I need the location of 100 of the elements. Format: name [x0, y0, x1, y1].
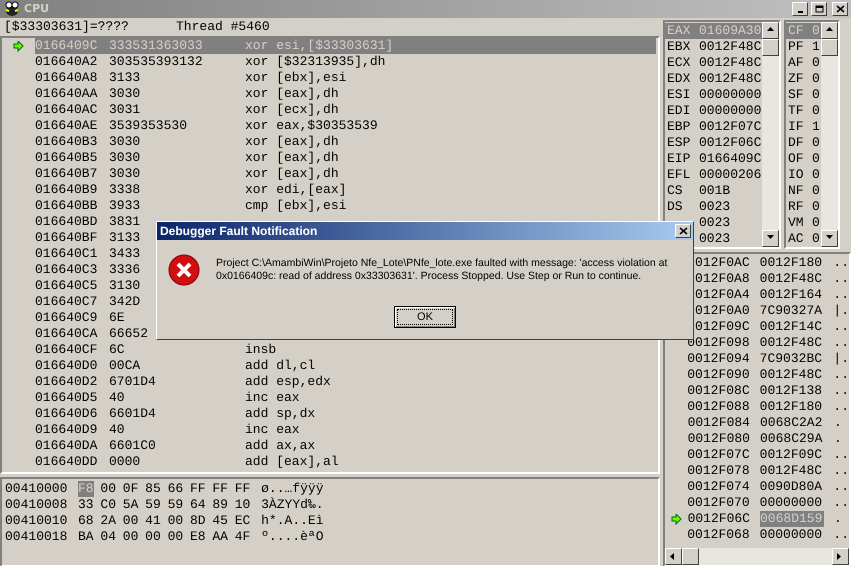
scroll-down-button[interactable] — [821, 230, 838, 247]
list-row[interactable]: EBP 0012F07C — [665, 119, 762, 135]
code-row[interactable]: 016640AC 3031 xor [ecx],dh — [35, 102, 656, 118]
code-row[interactable]: 016640D0 00CA add dl,cl — [35, 358, 656, 374]
list-row[interactable]: EDX 0012F48C — [665, 71, 762, 87]
scroll-up-button[interactable] — [762, 22, 779, 39]
close-button[interactable] — [832, 2, 848, 16]
list-row[interactable]: RF 0 — [786, 199, 821, 215]
scroll-up-button[interactable] — [821, 22, 838, 39]
list-row[interactable]: DS 0023 — [665, 199, 762, 215]
ok-button[interactable]: OK — [394, 306, 456, 328]
scroll-thumb[interactable] — [821, 39, 838, 56]
list-row[interactable]: TF 0 — [786, 103, 821, 119]
code-row[interactable]: 016640AE 3539353530 xor eax,$30353539 — [35, 118, 656, 134]
scroll-down-button[interactable] — [762, 230, 779, 247]
code-row[interactable]: 016640B3 3030 xor [eax],dh — [35, 134, 656, 150]
code-row[interactable]: 016640D5 40 inc eax — [35, 390, 656, 406]
hex-byte: 89 — [212, 497, 228, 513]
flag-value: 0 — [812, 215, 820, 231]
scroll-left-button[interactable] — [665, 548, 682, 565]
hex-byte: 0F — [122, 481, 138, 497]
minimize-button[interactable] — [792, 2, 808, 16]
code-row[interactable]: 016640A2 303535393132 xor [$32313935],dh — [35, 54, 656, 70]
stack-value[interactable]: 7C9032BC — [760, 351, 824, 367]
list-row[interactable]: EFL 00000206 — [665, 167, 762, 183]
ascii-text: .. — [833, 527, 849, 543]
list-row[interactable]: EBX 0012F48C — [665, 39, 762, 55]
address-text: 00410000 — [5, 481, 68, 497]
address-text: 016640C5 — [35, 278, 98, 294]
list-row[interactable]: DF 0 — [786, 135, 821, 151]
scroll-bar[interactable] — [665, 548, 849, 565]
code-row[interactable]: 016640BB 3933 cmp [ebx],esi — [35, 198, 656, 214]
code-row[interactable]: 016640AA 3030 xor [eax],dh — [35, 86, 656, 102]
bug-icon — [3, 1, 21, 17]
close-button[interactable] — [675, 224, 691, 238]
address-text: 0012F090 — [686, 367, 750, 383]
instruction-text: add esp,edx — [245, 374, 331, 390]
scroll-thumb[interactable] — [682, 548, 699, 565]
list-row[interactable]: EIP 0166409C — [665, 151, 762, 167]
maximize-button[interactable] — [811, 2, 827, 16]
register-name: EIP — [667, 151, 692, 167]
scroll-bar[interactable] — [762, 22, 779, 247]
stack-value[interactable]: 0090D80A — [760, 479, 824, 495]
list-row[interactable]: VM 0 — [786, 215, 821, 231]
instruction-text: xor edi,[eax] — [245, 182, 346, 198]
list-row[interactable]: ZF 0 — [786, 71, 821, 87]
list-row[interactable]: IF 1 — [786, 119, 821, 135]
ascii-text: .. — [833, 463, 849, 479]
list-row[interactable]: ESP 0012F06C — [665, 135, 762, 151]
code-row[interactable]: 016640B9 3338 xor edi,[eax] — [35, 182, 656, 198]
flag-value: 0 — [812, 71, 820, 87]
hex-byte: 00 — [145, 529, 161, 545]
list-row[interactable]: IO 0 — [786, 167, 821, 183]
address-text: 016640CA — [35, 326, 98, 342]
code-row[interactable]: 016640CF 6C insb — [35, 342, 656, 358]
list-row[interactable]: NF 0 — [786, 183, 821, 199]
scroll-thumb[interactable] — [762, 39, 779, 56]
list-row[interactable]: AC 0 — [786, 231, 821, 247]
address-text: 016640A8 — [35, 70, 98, 86]
code-row[interactable]: 016640DD 0000 add [eax],al — [35, 454, 656, 470]
error-icon — [168, 254, 200, 286]
code-row[interactable]: 016640D2 6701D4 add esp,edx — [35, 374, 656, 390]
stack-value[interactable]: 0012F48C — [760, 463, 824, 479]
code-row[interactable]: 016640D9 40 inc eax — [35, 422, 656, 438]
list-row[interactable]: ECX 0012F48C — [665, 55, 762, 71]
instruction-text: add [eax],al — [245, 454, 339, 470]
stack-value[interactable]: 0068C2A2 — [760, 415, 824, 431]
stack-value[interactable]: 0012F164 — [760, 287, 824, 303]
stack-value[interactable]: 0012F14C — [760, 319, 824, 335]
list-row[interactable]: SF 0 — [786, 87, 821, 103]
scroll-bar[interactable] — [821, 22, 838, 247]
ascii-text: |. — [833, 351, 849, 367]
list-row[interactable]: AF 0 — [786, 55, 821, 71]
code-row[interactable]: 016640A8 3133 xor [ebx],esi — [35, 70, 656, 86]
stack-value[interactable]: 0012F138 — [760, 383, 824, 399]
stack-value[interactable]: 0012F180 — [760, 255, 824, 271]
list-row[interactable]: CS 001B — [665, 183, 762, 199]
stack-value[interactable]: 00000000 — [760, 527, 824, 543]
scroll-right-button[interactable] — [832, 548, 849, 565]
register-name: EDX — [667, 71, 692, 87]
stack-value[interactable]: 0012F180 — [760, 399, 824, 415]
list-row[interactable]: PF 1 — [786, 39, 821, 55]
stack-value[interactable]: 0012F09C — [760, 447, 824, 463]
code-row[interactable]: 016640B5 3030 xor [eax],dh — [35, 150, 656, 166]
opcode-bytes: 342D — [109, 294, 140, 310]
list-row[interactable]: OF 0 — [786, 151, 821, 167]
hex-byte: FF — [234, 481, 250, 497]
code-row[interactable]: 016640DA 6601C0 add ax,ax — [35, 438, 656, 454]
stack-value[interactable]: 0012F48C — [760, 271, 824, 287]
code-row[interactable]: 016640D6 6601D4 add sp,dx — [35, 406, 656, 422]
stack-value[interactable]: 00000000 — [760, 495, 824, 511]
opcode-bytes: 6601C0 — [109, 438, 157, 454]
stack-value[interactable]: 7C90327A — [760, 303, 824, 319]
stack-value[interactable]: 0068C29A — [760, 431, 824, 447]
list-row[interactable]: EDI 00000000 — [665, 103, 762, 119]
stack-value[interactable]: 0012F48C — [760, 335, 824, 351]
opcode-bytes: 3433 — [109, 246, 140, 262]
code-row[interactable]: 016640B7 3030 xor [eax],dh — [35, 166, 656, 182]
list-row[interactable]: ESI 00000000 — [665, 87, 762, 103]
stack-value[interactable]: 0012F48C — [760, 367, 824, 383]
